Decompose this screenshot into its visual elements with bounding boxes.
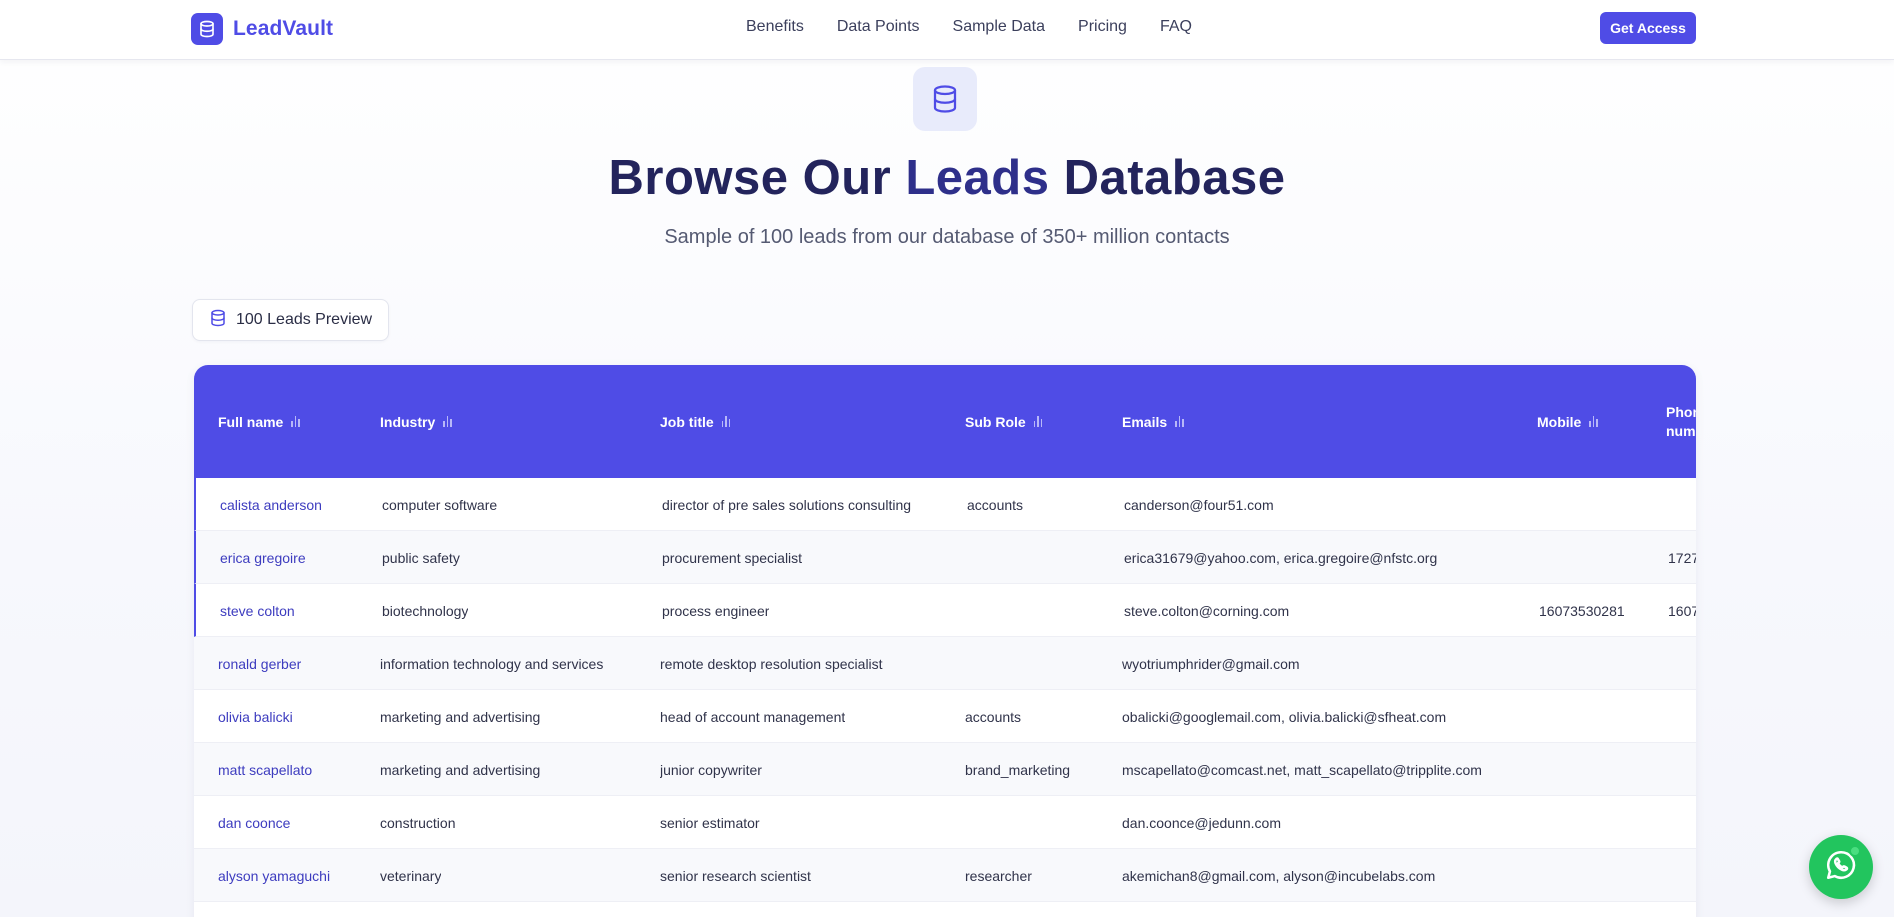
cell-full-name[interactable]: calista anderson — [220, 478, 322, 531]
cell-industry: information technology and services — [380, 655, 604, 672]
database-icon — [209, 309, 227, 332]
cell-industry: public safety — [382, 549, 460, 566]
cell-job-title: director of pre sales solutions consulti… — [662, 496, 912, 513]
table-header: Full name Industry Job title Sub Role Em… — [194, 365, 1696, 478]
page-subtitle: Sample of 100 leads from our database of… — [664, 226, 1230, 248]
cell-sub-role: accounts — [967, 496, 1024, 513]
column-header-label: Emails — [1122, 413, 1168, 430]
cell-phone-number: 1727 — [1668, 549, 1696, 566]
nav-link-faq[interactable]: FAQ — [1160, 18, 1192, 36]
cell-job-title: head of account management — [660, 708, 846, 725]
column-header-emails[interactable]: Emails — [1122, 365, 1184, 478]
column-header-label: Sub Role — [965, 413, 1026, 430]
table-row[interactable]: alyson yamaguchi veterinary senior resea… — [194, 849, 1696, 902]
nav-links: Benefits Data Points Sample Data Pricing… — [746, 18, 1192, 36]
cell-job-title: junior copywriter — [660, 761, 762, 778]
cell-emails: mscapellato@comcast.net, matt_scapellato… — [1122, 761, 1482, 778]
whatsapp-chat-button[interactable] — [1809, 835, 1873, 899]
cell-job-title: process engineer — [662, 602, 770, 619]
online-indicator — [1849, 845, 1861, 857]
column-header-job-title[interactable]: Job title — [660, 365, 731, 478]
cell-industry: marketing and advertising — [380, 708, 541, 725]
column-header-sub-role[interactable]: Sub Role — [965, 365, 1043, 478]
cell-phone-number — [1666, 849, 1696, 902]
brand-name: LeadVault — [233, 17, 334, 40]
table-row[interactable]: erica gregoire public safety procurement… — [194, 531, 1696, 584]
cell-full-name[interactable]: matt scapellato — [218, 743, 312, 796]
database-icon — [913, 67, 977, 131]
cell-phone-number — [1666, 637, 1696, 690]
cell-sub-role: accounts — [965, 708, 1022, 725]
leads-preview-badge: 100 Leads Preview — [192, 299, 390, 341]
cell-mobile: 16073530281 — [1539, 602, 1625, 619]
column-header-label: Full name — [218, 413, 284, 430]
cell-sub-role: brand_marketing — [965, 761, 1071, 778]
table-row[interactable]: ronald gerber information technology and… — [194, 637, 1696, 690]
column-header-label: Mobile — [1537, 413, 1582, 430]
sort-icon — [1033, 416, 1043, 427]
nav-link-pricing[interactable]: Pricing — [1078, 18, 1127, 36]
cell-emails: canderson@four51.com — [1124, 496, 1274, 513]
cell-full-name[interactable]: olivia balicki — [218, 690, 293, 743]
leads-table: Full name Industry Job title Sub Role Em… — [194, 365, 1696, 917]
table-row[interactable]: matt scapellato marketing and advertisin… — [194, 743, 1696, 796]
cell-emails: obalicki@googlemail.com, olivia.balicki@… — [1122, 708, 1447, 725]
cell-emails: akemichan8@gmail.com, alyson@incubelabs.… — [1122, 867, 1436, 884]
sort-icon — [291, 416, 300, 427]
column-header-industry[interactable]: Industry — [380, 365, 452, 478]
title-part-1: Browse Our — [608, 151, 906, 205]
cell-phone-number — [1666, 743, 1696, 796]
cell-phone-number: 1607 — [1668, 602, 1696, 619]
cell-emails: steve.colton@corning.com — [1124, 602, 1290, 619]
cell-job-title: senior estimator — [660, 814, 760, 831]
page: LeadVault Benefits Data Points Sample Da… — [0, 0, 1894, 917]
navbar: LeadVault Benefits Data Points Sample Da… — [0, 0, 1894, 60]
cell-full-name[interactable]: dan coonce — [218, 796, 290, 849]
brand-link[interactable]: LeadVault — [191, 13, 333, 45]
nav-link-benefits[interactable]: Benefits — [746, 18, 804, 36]
cell-job-title: senior research scientist — [660, 867, 811, 884]
column-header-full-name[interactable]: Full name — [218, 365, 300, 478]
sort-icon — [721, 416, 731, 427]
sort-icon — [443, 416, 452, 427]
nav-link-data-points[interactable]: Data Points — [837, 18, 920, 36]
sort-icon — [1175, 416, 1184, 427]
cell-industry: biotechnology — [382, 602, 469, 619]
table-row[interactable]: olivia balicki marketing and advertising… — [194, 690, 1696, 743]
cell-emails: dan.coonce@jedunn.com — [1122, 814, 1281, 831]
cell-phone-number — [1666, 690, 1696, 743]
column-header-label: Job title — [660, 413, 714, 430]
cell-industry: construction — [380, 814, 456, 831]
cell-industry: computer software — [382, 496, 498, 513]
cell-full-name[interactable]: alyson yamaguchi — [218, 849, 330, 902]
table-row[interactable]: calista anderson computer software direc… — [194, 478, 1696, 531]
cell-industry: marketing and advertising — [380, 761, 541, 778]
preview-badge-label: 100 Leads Preview — [236, 311, 373, 328]
column-header-label: Phone number — [1666, 403, 1696, 439]
sort-icon — [1589, 416, 1598, 427]
cell-emails: wyotriumphrider@gmail.com — [1122, 655, 1300, 672]
cell-full-name[interactable]: ronald gerber — [218, 637, 301, 690]
page-title: Browse Our Leads Database — [0, 150, 1894, 206]
table-row[interactable]: steve colton biotechnology process engin… — [194, 584, 1696, 637]
title-accent: Leads — [905, 151, 1050, 205]
cell-phone-number — [1668, 478, 1696, 531]
cell-job-title: remote desktop resolution specialist — [660, 655, 883, 672]
nav-link-sample-data[interactable]: Sample Data — [953, 18, 1046, 36]
cell-job-title: procurement specialist — [662, 549, 803, 566]
cell-phone-number — [1666, 796, 1696, 849]
cell-emails: erica31679@yahoo.com, erica.gregoire@nfs… — [1124, 549, 1438, 566]
cell-industry: veterinary — [380, 867, 442, 884]
get-access-button[interactable]: Get Access — [1600, 12, 1696, 44]
column-header-label: Industry — [380, 413, 436, 430]
cell-sub-role: researcher — [965, 867, 1032, 884]
database-icon — [191, 13, 223, 45]
table-row[interactable]: dan coonce construction senior estimator… — [194, 796, 1696, 849]
column-header-mobile[interactable]: Mobile — [1537, 365, 1598, 478]
title-part-3: Database — [1049, 151, 1286, 205]
cell-full-name[interactable]: erica gregoire — [220, 531, 306, 584]
column-header-phone-number[interactable]: Phone number — [1666, 365, 1696, 478]
cell-full-name[interactable]: steve colton — [220, 584, 295, 637]
